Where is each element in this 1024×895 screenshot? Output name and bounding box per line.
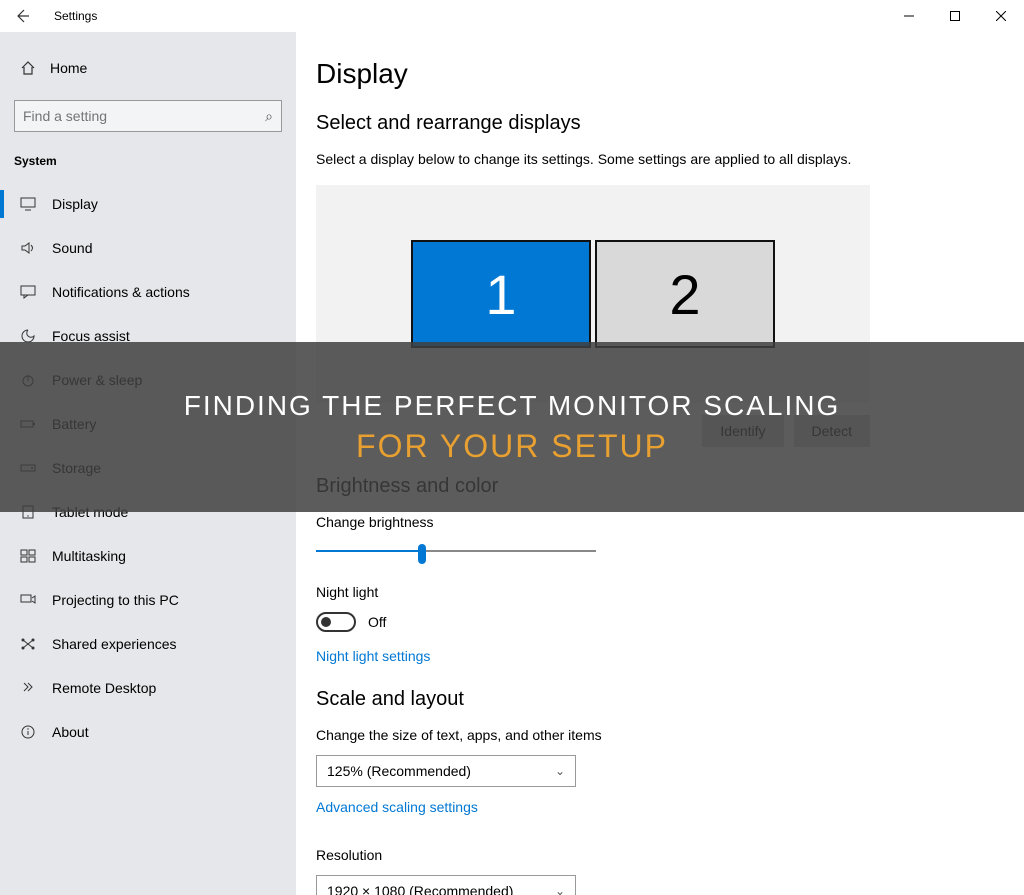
close-button[interactable] [978,0,1024,32]
back-arrow-icon [14,8,30,24]
page-title: Display [316,58,1024,90]
sidebar-section-label: System [0,144,296,182]
sidebar-item-label: About [52,724,89,740]
advanced-scaling-link[interactable]: Advanced scaling settings [316,799,478,815]
minimize-button[interactable] [886,0,932,32]
chevron-down-icon: ⌄ [555,884,565,895]
sidebar-item-about[interactable]: About [0,710,296,754]
remote-icon [18,681,38,695]
maximize-button[interactable] [932,0,978,32]
home-icon [18,60,38,76]
search-input[interactable] [23,108,265,124]
scale-label: Change the size of text, apps, and other… [316,727,1024,743]
scale-value: 125% (Recommended) [327,763,471,779]
chevron-down-icon: ⌄ [555,764,565,778]
sidebar-item-multitask[interactable]: Multitasking [0,534,296,578]
titlebar: Settings [0,0,1024,32]
sidebar-item-label: Display [52,196,98,212]
shared-icon [18,637,38,651]
nightlight-settings-link[interactable]: Night light settings [316,648,430,664]
about-icon [18,725,38,739]
sidebar-item-project[interactable]: Projecting to this PC [0,578,296,622]
monitor-2[interactable]: 2 [595,240,775,348]
rearrange-heading: Select and rearrange displays [316,112,1024,135]
brightness-slider[interactable] [316,542,596,562]
window-title: Settings [54,9,97,23]
sidebar-item-remote[interactable]: Remote Desktop [0,666,296,710]
text-overlay: FINDING THE PERFECT MONITOR SCALING FOR … [0,342,1024,512]
sidebar-item-sound[interactable]: Sound [0,226,296,270]
back-button[interactable] [0,0,44,32]
overlay-line1: FINDING THE PERFECT MONITOR SCALING [184,390,841,422]
sidebar-item-label: Sound [52,240,92,256]
sidebar-item-label: Remote Desktop [52,680,156,696]
sidebar-item-label: Notifications & actions [52,284,190,300]
multitask-icon [18,549,38,563]
nightlight-toggle[interactable] [316,612,356,632]
project-icon [18,593,38,607]
display-icon [18,197,38,211]
nightlight-label: Night light [316,584,1024,600]
nightlight-state: Off [368,614,386,630]
search-icon: ⌕ [265,108,273,125]
rearrange-desc: Select a display below to change its set… [316,151,1024,167]
brightness-label: Change brightness [316,514,1024,530]
sidebar-item-shared[interactable]: Shared experiences [0,622,296,666]
sidebar-item-label: Multitasking [52,548,126,564]
window-controls [886,0,1024,32]
scale-heading: Scale and layout [316,688,1024,711]
notifications-icon [18,285,38,299]
scale-dropdown[interactable]: 125% (Recommended) ⌄ [316,755,576,787]
monitor-1[interactable]: 1 [411,240,591,348]
resolution-label: Resolution [316,847,1024,863]
resolution-dropdown[interactable]: 1920 × 1080 (Recommended) ⌄ [316,875,576,895]
overlay-line2: FOR YOUR SETUP [356,428,668,465]
sidebar-home[interactable]: Home [0,48,296,88]
resolution-value: 1920 × 1080 (Recommended) [327,883,513,895]
sidebar-item-notifications[interactable]: Notifications & actions [0,270,296,314]
sound-icon [18,241,38,255]
search-box[interactable]: ⌕ [14,100,282,132]
sidebar-item-display[interactable]: Display [0,182,296,226]
focus-icon [18,329,38,343]
sidebar-home-label: Home [50,60,87,76]
sidebar-item-label: Projecting to this PC [52,592,179,608]
slider-thumb[interactable] [418,544,426,564]
sidebar-item-label: Shared experiences [52,636,177,652]
